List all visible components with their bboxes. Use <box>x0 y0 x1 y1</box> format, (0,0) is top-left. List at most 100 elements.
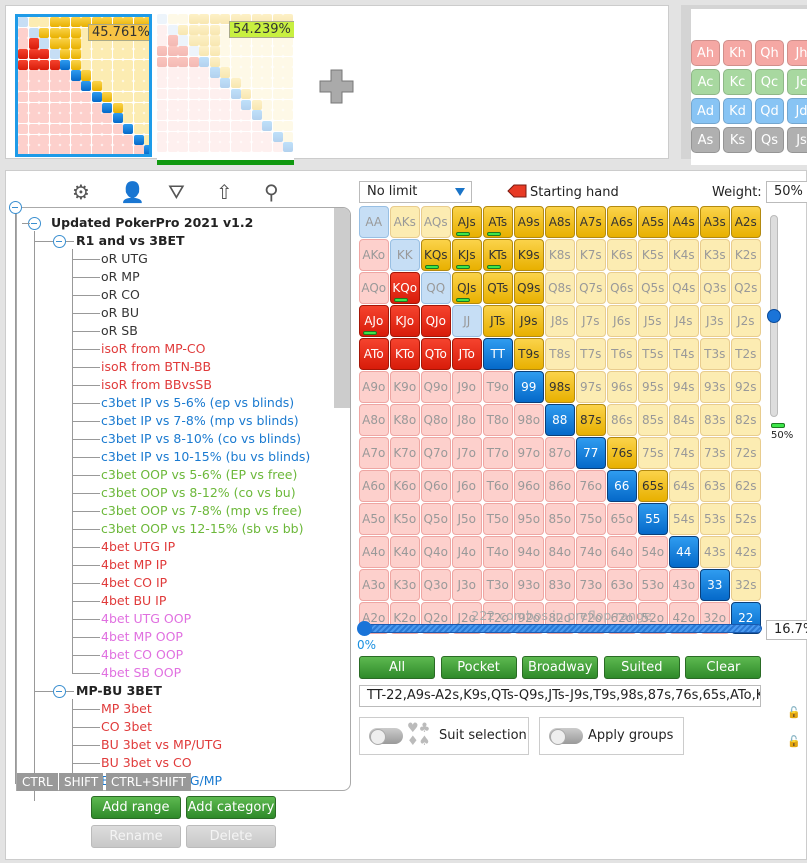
range-slider[interactable] <box>359 624 762 633</box>
hand-cell[interactable]: 96s <box>607 371 637 403</box>
tree-item[interactable]: c3bet IP vs 8-10% (co vs blinds) <box>101 431 301 447</box>
hand-cell[interactable]: K8o <box>390 404 420 436</box>
collapse-icon[interactable] <box>53 235 66 248</box>
tree-root[interactable]: Updated PokerPro 2021 v1.2 <box>51 215 253 231</box>
tree-item[interactable]: isoR from MP-CO <box>101 341 205 357</box>
hand-cell[interactable]: QTs <box>483 272 513 304</box>
hand-cell[interactable]: 62s <box>731 470 761 502</box>
card-Kd[interactable]: Kd <box>723 98 752 124</box>
hand-cell[interactable]: 53s <box>700 503 730 535</box>
hand-cell[interactable]: T7s <box>576 338 606 370</box>
hand-cell[interactable]: K3o <box>390 569 420 601</box>
card-Ah[interactable]: Ah <box>691 40 720 66</box>
hand-cell[interactable]: 65s <box>638 470 668 502</box>
hand-cell[interactable]: 65o <box>607 503 637 535</box>
tree-item[interactable]: c3bet OOP vs 8-12% (co vs bu) <box>101 485 296 501</box>
hand-cell[interactable]: T5o <box>483 503 513 535</box>
tree-item[interactable]: c3bet OOP vs 12-15% (sb vs bb) <box>101 521 304 537</box>
percent-input[interactable]: 16.7% <box>766 620 807 640</box>
tree-item[interactable]: 4bet MP IP <box>101 557 167 573</box>
hand-cell[interactable]: 76s <box>607 437 637 469</box>
hand-cell[interactable]: 43s <box>700 536 730 568</box>
tree-item[interactable]: oR UTG <box>101 251 148 267</box>
hand-cell[interactable]: Q8s <box>545 272 575 304</box>
hand-cell[interactable]: A6s <box>607 206 637 238</box>
hand-cell[interactable]: AQo <box>359 272 389 304</box>
add-category-button[interactable]: Add category <box>186 796 276 819</box>
hand-cell[interactable]: J3s <box>700 305 730 337</box>
card-Qd[interactable]: Qd <box>755 98 784 124</box>
hand-cell[interactable]: A8s <box>545 206 575 238</box>
hand-cell[interactable]: AKo <box>359 239 389 271</box>
hand-cell[interactable]: 94o <box>514 536 544 568</box>
hand-cell[interactable]: Q2s <box>731 272 761 304</box>
hand-cell[interactable]: 74s <box>669 437 699 469</box>
hand-cell[interactable]: J6o <box>452 470 482 502</box>
card-Jc[interactable]: Jc <box>787 69 807 95</box>
weight-slider-thumb[interactable] <box>767 309 781 323</box>
hand-cell[interactable]: K9o <box>390 371 420 403</box>
card-As[interactable]: As <box>691 127 720 153</box>
tree-item[interactable]: 4bet UTG OOP <box>101 611 191 627</box>
hand-cell[interactable]: T9o <box>483 371 513 403</box>
hand-cell[interactable]: J7s <box>576 305 606 337</box>
hand-cell[interactable]: J6s <box>607 305 637 337</box>
hand-cell[interactable]: KQs <box>421 239 451 271</box>
hand-cell[interactable]: 54s <box>669 503 699 535</box>
hand-cell[interactable]: AA <box>359 206 389 238</box>
hand-cell[interactable]: T8o <box>483 404 513 436</box>
hand-cell[interactable]: A5s <box>638 206 668 238</box>
quick-broadway-button[interactable]: Broadway <box>522 656 599 679</box>
hand-cell[interactable]: A9o <box>359 371 389 403</box>
hand-cell[interactable]: 99 <box>514 371 544 403</box>
hand-cell[interactable]: 83o <box>545 569 575 601</box>
hand-cell[interactable]: Q3s <box>700 272 730 304</box>
hand-cell[interactable]: 95s <box>638 371 668 403</box>
tree-item[interactable]: c3bet OOP vs 7-8% (mp vs free) <box>101 503 302 519</box>
hand-cell[interactable]: 98o <box>514 404 544 436</box>
hand-cell[interactable]: T3s <box>700 338 730 370</box>
tree-item[interactable]: oR CO <box>101 287 140 303</box>
tree-item[interactable]: 4bet UTG IP <box>101 539 175 555</box>
hand-cell[interactable]: Q7o <box>421 437 451 469</box>
tree-item[interactable]: c3bet IP vs 10-15% (bu vs blinds) <box>101 449 310 465</box>
hand-cell[interactable]: 96o <box>514 470 544 502</box>
hand-cell[interactable]: 75s <box>638 437 668 469</box>
hand-cell[interactable]: J4o <box>452 536 482 568</box>
hand-cell[interactable]: J2s <box>731 305 761 337</box>
hand-cell[interactable]: K9s <box>514 239 544 271</box>
tree-item[interactable]: c3bet OOP vs 5-6% (EP vs free) <box>101 467 297 483</box>
tree-item[interactable]: isoR from BTN-BB <box>101 359 211 375</box>
hand-cell[interactable]: J7o <box>452 437 482 469</box>
lock-icon[interactable]: 🔓 <box>787 706 801 719</box>
hand-cell[interactable]: J3o <box>452 569 482 601</box>
hand-cell[interactable]: 44 <box>669 536 699 568</box>
hand-cell[interactable]: QJo <box>421 305 451 337</box>
hand-cell[interactable]: K2s <box>731 239 761 271</box>
hand-cell[interactable]: KJo <box>390 305 420 337</box>
quick-pocket-button[interactable]: Pocket <box>440 656 517 679</box>
export-icon[interactable]: ⇧ <box>216 180 242 206</box>
hand-cell[interactable]: J4s <box>669 305 699 337</box>
hand-cell[interactable]: T8s <box>545 338 575 370</box>
hand-cell[interactable]: J8o <box>452 404 482 436</box>
hand-cell[interactable]: Q6s <box>607 272 637 304</box>
hand-cell[interactable]: 42s <box>731 536 761 568</box>
tree-item[interactable]: 4bet CO OOP <box>101 647 183 663</box>
collapse-icon[interactable] <box>9 201 22 214</box>
hand-cell[interactable]: J9o <box>452 371 482 403</box>
hand-cell[interactable]: 93o <box>514 569 544 601</box>
hand-cell[interactable]: T9s <box>514 338 544 370</box>
hand-cell[interactable]: 72s <box>731 437 761 469</box>
hand-cell[interactable]: J8s <box>545 305 575 337</box>
game-type-select[interactable]: No limit <box>359 181 472 203</box>
hand-cell[interactable]: JJ <box>452 305 482 337</box>
hand-cell[interactable]: A3o <box>359 569 389 601</box>
hand-cell[interactable]: 94s <box>669 371 699 403</box>
hand-cell[interactable]: Q9o <box>421 371 451 403</box>
card-Js[interactable]: Js <box>787 127 807 153</box>
tree-item[interactable]: oR MP <box>101 269 140 285</box>
plus-icon[interactable] <box>319 69 354 104</box>
hand-cell[interactable]: 75o <box>576 503 606 535</box>
hand-cell[interactable]: 97s <box>576 371 606 403</box>
